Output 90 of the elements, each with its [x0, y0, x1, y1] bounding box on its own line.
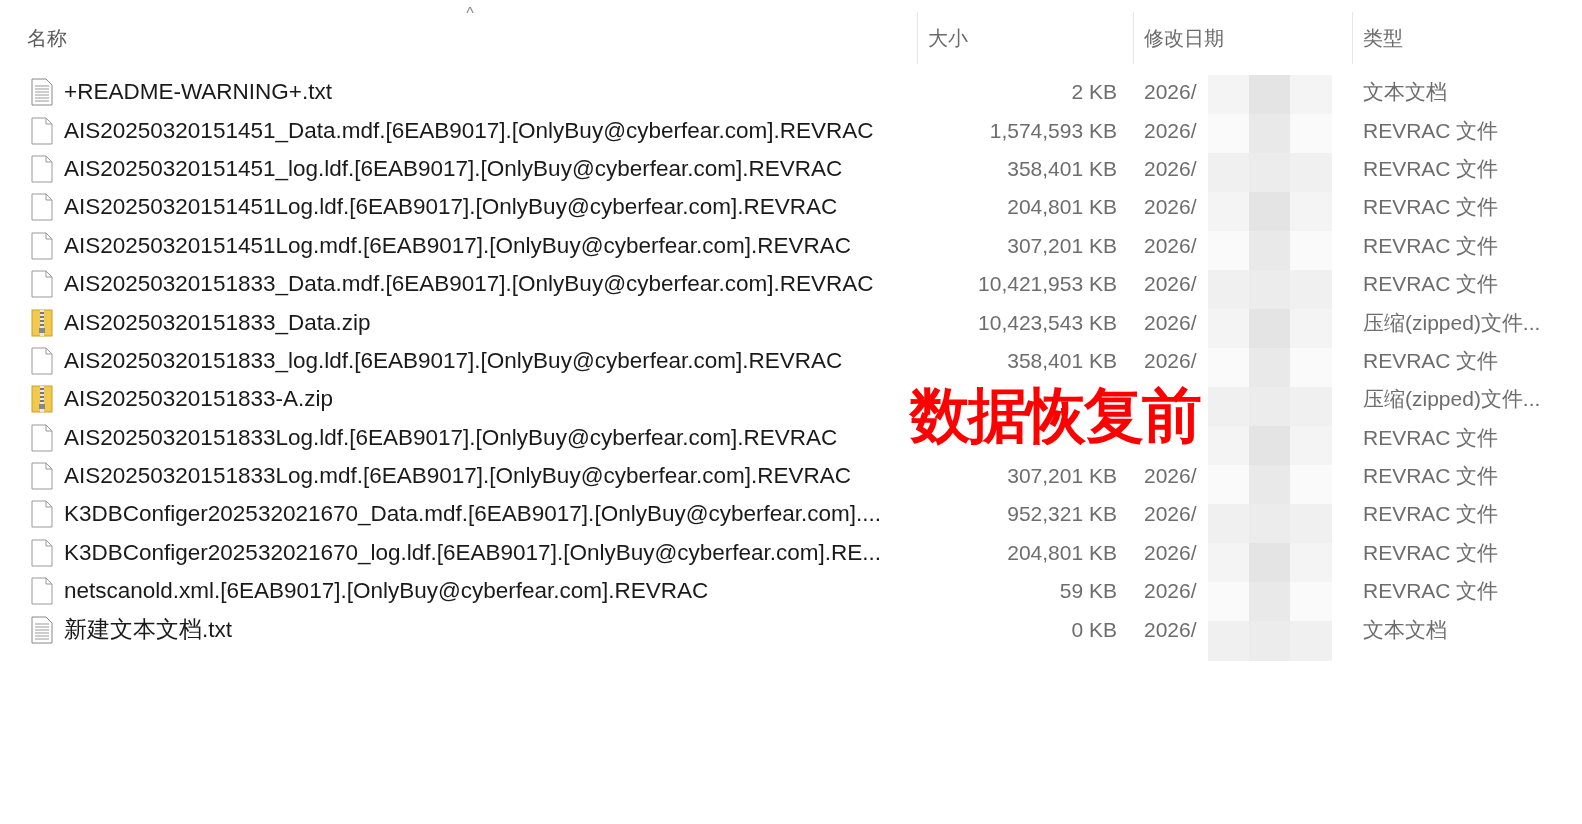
file-date: 2026/	[1144, 156, 1197, 181]
file-size: 59 KB	[1059, 579, 1117, 604]
file-type: REVRAC 文件	[1363, 232, 1499, 259]
file-date: 2026/	[1144, 540, 1197, 565]
zip-file-icon	[31, 385, 53, 414]
file-type: 压缩(zipped)文件...	[1363, 309, 1541, 336]
file-row-name[interactable]: AIS20250320151451_log.ldf.[6EAB9017].[OnlyBuy@cyberfear.com].REVRAC	[0, 149, 917, 189]
file-size: 307,201 KB	[1007, 464, 1117, 489]
file-size: 952,321 KB	[1007, 502, 1117, 527]
file-name: AIS20250320151833-A.zip	[64, 386, 333, 413]
file-type: REVRAC 文件	[1363, 578, 1499, 605]
file-row-name[interactable]: 新建文本文档.txt	[0, 610, 917, 649]
file-name: AIS20250320151451_Data.mdf.[6EAB9017].[OnlyBuy@cyberfear.com].REVRAC	[64, 117, 874, 144]
file-date: 2026/	[1144, 310, 1197, 335]
file-type: REVRAC 文件	[1363, 463, 1499, 490]
file-date: 2026/	[1144, 80, 1197, 105]
file-row-name[interactable]: netscanold.xml.[6EAB9017].[OnlyBuy@cyberfear.com].REVRAC	[0, 572, 917, 611]
file-type: 压缩(zipped)文件...	[1363, 386, 1541, 413]
file-icon	[31, 577, 53, 606]
file-size: 204,801 KB	[1007, 540, 1117, 565]
annotation-label: 数据恢复前	[910, 379, 1200, 452]
file-name: 新建文本文档.txt	[64, 616, 232, 645]
text-file-icon	[31, 615, 53, 644]
file-type: REVRAC 文件	[1363, 424, 1499, 451]
file-name: AIS20250320151833Log.ldf.[6EAB9017].[OnlyBuy@cyberfear.com].REVRAC	[64, 424, 838, 451]
file-name: AIS20250320151451Log.ldf.[6EAB9017].[OnlyBuy@cyberfear.com].REVRAC	[64, 194, 838, 221]
file-date: 2026/	[1144, 233, 1197, 258]
file-type: REVRAC 文件	[1363, 155, 1499, 182]
file-type: REVRAC 文件	[1363, 501, 1499, 528]
file-row-name[interactable]: AIS20250320151833_log.ldf.[6EAB9017].[OnlyBuy@cyberfear.com].REVRAC	[0, 341, 917, 381]
file-row-name[interactable]: K3DBConfiger202532021670_Data.mdf.[6EAB9017].[OnlyBuy@cyberfear.com]....	[0, 495, 917, 534]
file-type: REVRAC 文件	[1363, 117, 1499, 144]
file-name: +README-WARNING+.txt	[64, 79, 332, 106]
file-size: 10,423,543 KB	[978, 310, 1117, 335]
file-date: 2026/	[1144, 502, 1197, 527]
file-name: K3DBConfiger202532021670_log.ldf.[6EAB9017].[OnlyBuy@cyberfear.com].RE...	[64, 539, 882, 566]
file-size: 2 KB	[1071, 80, 1117, 105]
file-icon	[31, 154, 53, 183]
file-size: 10,421,953 KB	[978, 272, 1117, 297]
file-size: 358,401 KB	[1007, 348, 1117, 373]
file-date: 2026/	[1144, 348, 1197, 373]
file-icon	[31, 462, 53, 491]
file-name: AIS20250320151833_log.ldf.[6EAB9017].[OnlyBuy@cyberfear.com].REVRAC	[64, 347, 843, 374]
file-row-name[interactable]: AIS20250320151833_Data.mdf.[6EAB9017].[OnlyBuy@cyberfear.com].REVRAC	[0, 264, 917, 304]
file-row-name[interactable]: K3DBConfiger202532021670_log.ldf.[6EAB9017].[OnlyBuy@cyberfear.com].RE...	[0, 533, 917, 573]
file-type: REVRAC 文件	[1363, 194, 1499, 221]
file-date: 2026/	[1144, 118, 1197, 143]
file-name: AIS20250320151833_Data.zip	[64, 309, 371, 336]
text-file-icon	[31, 78, 53, 107]
file-row-name[interactable]: AIS20250320151833_Data.zip	[0, 303, 917, 342]
file-type: REVRAC 文件	[1363, 539, 1499, 566]
file-size: 358,401 KB	[1007, 156, 1117, 181]
file-icon	[31, 231, 53, 260]
file-type: 文本文档	[1363, 616, 1447, 643]
file-icon	[31, 116, 53, 145]
file-icon	[31, 538, 53, 567]
file-name: AIS20250320151451Log.mdf.[6EAB9017].[OnlyBuy@cyberfear.com].REVRAC	[64, 232, 852, 259]
file-name: netscanold.xml.[6EAB9017].[OnlyBuy@cyberfear.com].REVRAC	[64, 578, 709, 605]
file-date: 2026/	[1144, 464, 1197, 489]
column-header[interactable]: 修改日期	[1133, 12, 1352, 64]
column-header[interactable]: 类型	[1352, 12, 1582, 64]
file-date: 2026/	[1144, 272, 1197, 297]
file-icon	[31, 423, 53, 452]
file-row-name[interactable]: AIS20250320151451Log.ldf.[6EAB9017].[OnlyBuy@cyberfear.com].REVRAC	[0, 188, 917, 227]
file-name: AIS20250320151833_Data.mdf.[6EAB9017].[OnlyBuy@cyberfear.com].REVRAC	[64, 271, 874, 298]
file-icon	[31, 500, 53, 529]
file-name: K3DBConfiger202532021670_Data.mdf.[6EAB9017].[OnlyBuy@cyberfear.com]....	[64, 501, 882, 528]
file-row-name[interactable]: AIS20250320151451Log.mdf.[6EAB9017].[OnlyBuy@cyberfear.com].REVRAC	[0, 226, 917, 265]
file-type: REVRAC 文件	[1363, 271, 1499, 298]
file-date: 2026/	[1144, 617, 1197, 642]
file-name: AIS20250320151451_log.ldf.[6EAB9017].[OnlyBuy@cyberfear.com].REVRAC	[64, 155, 843, 182]
file-row-name[interactable]: AIS20250320151833Log.mdf.[6EAB9017].[OnlyBuy@cyberfear.com].REVRAC	[0, 456, 917, 496]
file-row-name[interactable]: +README-WARNING+.txt	[0, 73, 917, 112]
file-date: 2026/	[1144, 195, 1197, 220]
file-icon	[31, 193, 53, 222]
file-type: 文本文档	[1363, 79, 1447, 106]
file-type: REVRAC 文件	[1363, 347, 1499, 374]
column-header[interactable]: 大小	[917, 12, 1133, 64]
file-row-name[interactable]: AIS20250320151451_Data.mdf.[6EAB9017].[OnlyBuy@cyberfear.com].REVRAC	[0, 111, 917, 150]
file-size: 1,574,593 KB	[989, 118, 1117, 143]
file-size: 204,801 KB	[1007, 195, 1117, 220]
file-icon	[31, 270, 53, 299]
sort-caret: ^	[465, 6, 475, 12]
zip-file-icon	[31, 308, 53, 337]
file-icon	[31, 346, 53, 375]
file-size: 0 KB	[1071, 617, 1117, 642]
file-name: AIS20250320151833Log.mdf.[6EAB9017].[OnlyBuy@cyberfear.com].REVRAC	[64, 463, 852, 490]
file-date: 2026/	[1144, 579, 1197, 604]
file-size: 307,201 KB	[1007, 233, 1117, 258]
column-header[interactable]: 名称	[0, 12, 917, 64]
